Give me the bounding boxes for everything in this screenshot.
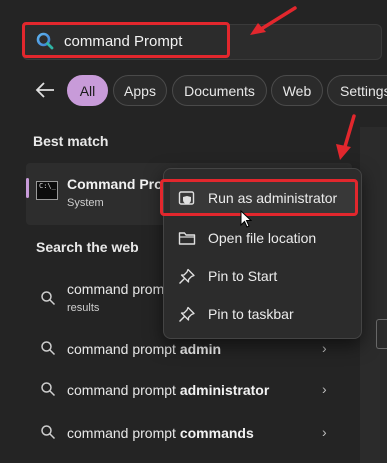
web-result[interactable]: command prompt administrator ›: [36, 375, 346, 405]
search-icon: [41, 382, 56, 397]
selection-indicator: [26, 178, 29, 198]
web-result[interactable]: command prompt commands ›: [36, 418, 346, 448]
web-result-text: command prompt admin: [67, 341, 222, 357]
tab-all[interactable]: All: [67, 75, 108, 106]
tab-web[interactable]: Web: [271, 75, 323, 106]
run-as-admin-annotation-box: [160, 179, 358, 216]
web-result-text: command prompt administrator: [67, 382, 270, 398]
tab-settings[interactable]: Settings: [327, 75, 387, 106]
annotation-arrow-icon: [250, 6, 297, 35]
tab-apps[interactable]: Apps: [113, 75, 167, 106]
best-match-subtitle: System: [67, 197, 104, 209]
menu-pin-to-start[interactable]: Pin to Start: [170, 258, 356, 294]
search-icon: [41, 425, 56, 440]
pin-icon: [179, 268, 195, 284]
preview-pane: [360, 127, 387, 463]
web-result-text: command prompt: [67, 281, 176, 297]
back-arrow-icon[interactable]: [34, 80, 56, 100]
mouse-cursor-icon: [240, 210, 252, 228]
annotation-arrow-icon: [336, 114, 356, 160]
menu-item-label: Pin to Start: [208, 268, 278, 284]
menu-item-label: Open file location: [208, 230, 317, 246]
web-result-text: command prompt commands: [67, 425, 254, 441]
preview-button-edge[interactable]: [376, 319, 387, 349]
menu-item-label: Pin to taskbar: [208, 306, 294, 322]
folder-icon: [178, 232, 196, 245]
menu-pin-to-taskbar[interactable]: Pin to taskbar: [170, 296, 356, 332]
menu-open-file-location[interactable]: Open file location: [170, 220, 356, 256]
search-icon: [41, 341, 56, 356]
best-match-heading: Best match: [33, 133, 109, 149]
chevron-right-icon: ›: [322, 340, 327, 356]
chevron-right-icon: ›: [322, 381, 327, 397]
chevron-right-icon: ›: [322, 424, 327, 440]
search-icon: [41, 291, 56, 306]
tab-documents[interactable]: Documents: [172, 75, 267, 106]
search-web-heading: Search the web: [36, 239, 139, 255]
search-annotation-box: [22, 22, 230, 58]
pin-icon: [179, 306, 195, 322]
command-prompt-icon: C:\_: [36, 181, 58, 200]
web-result-sub: results: [67, 302, 100, 314]
